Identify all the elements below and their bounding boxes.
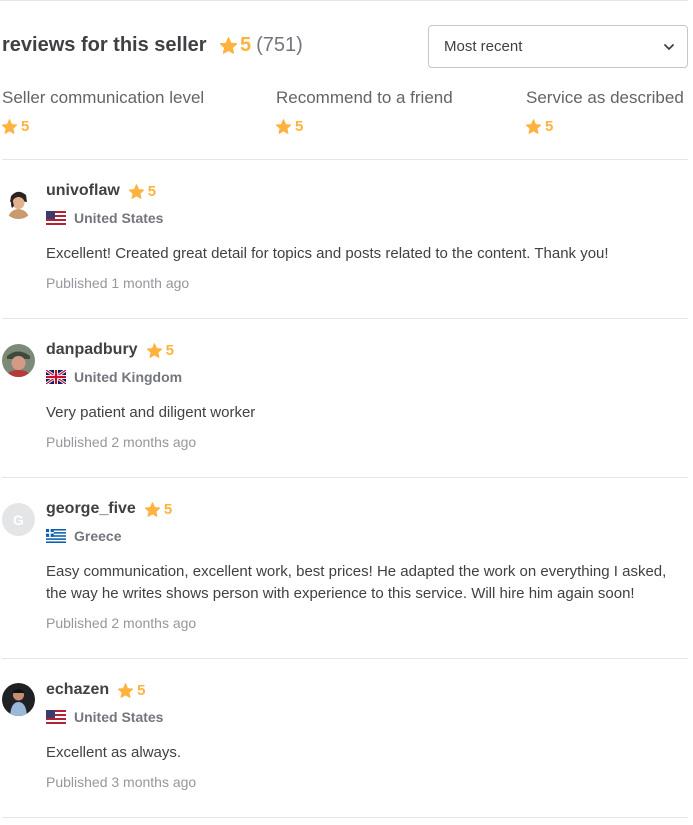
- country-name: Greece: [74, 528, 122, 544]
- overall-score: 5: [240, 34, 252, 56]
- review-header: danpadbury 5: [46, 341, 174, 359]
- review-date: Published 1 month ago: [46, 275, 190, 291]
- star-icon: [276, 119, 291, 134]
- star-icon: [118, 683, 133, 698]
- reviewer-country: United States: [46, 210, 163, 226]
- review-header: george_five 5: [46, 500, 172, 518]
- reviewer-username[interactable]: echazen: [46, 681, 109, 699]
- review-score: 5: [165, 341, 174, 359]
- divider: [2, 817, 688, 818]
- review-header: univoflaw 5: [46, 182, 156, 200]
- reviewer-country: Greece: [46, 528, 121, 544]
- review-text: Very patient and diligent worker: [46, 404, 256, 421]
- review-date: Published 3 months ago: [46, 774, 197, 790]
- divider: [2, 159, 688, 160]
- review-text: Excellent as always.: [46, 744, 182, 761]
- top-divider: [0, 0, 688, 1]
- star-icon: [526, 119, 541, 134]
- breakdown-item-recommend: Recommend to a friend 5: [276, 88, 453, 135]
- breakdown-label: Seller communication level: [2, 88, 205, 107]
- breakdown-score: 5: [295, 118, 304, 135]
- review-score: 5: [147, 182, 157, 200]
- divider: [2, 477, 688, 478]
- breakdown-rating: 5: [276, 118, 453, 135]
- reviewer-country: United Kingdom: [46, 369, 182, 385]
- divider: [2, 658, 688, 659]
- breakdown-label: Recommend to a friend: [276, 88, 453, 107]
- review-score: 5: [137, 681, 146, 699]
- chevron-down-icon: [664, 44, 674, 50]
- star-icon: [220, 37, 237, 54]
- country-name: United States: [74, 709, 164, 725]
- breakdown-item-service: Service as described 5: [526, 88, 684, 135]
- star-icon: [145, 502, 160, 517]
- star-icon: [147, 343, 162, 358]
- sort-selected-value: Most recent: [444, 38, 523, 55]
- avatar[interactable]: [2, 344, 35, 377]
- review-text: Excellent! Created great detail for topi…: [46, 245, 609, 262]
- review-score: 5: [163, 500, 173, 518]
- avatar[interactable]: G: [2, 503, 35, 536]
- breakdown-rating: 5: [2, 118, 204, 135]
- breakdown-score: 5: [21, 118, 30, 135]
- greece-flag-icon: [46, 529, 66, 543]
- breakdown-rating: 5: [526, 118, 684, 135]
- reviewer-country: United States: [46, 709, 163, 725]
- review-date: Published 2 months ago: [46, 615, 197, 631]
- breakdown-item-communication: Seller communication level 5: [2, 88, 204, 135]
- divider: [2, 318, 688, 319]
- breakdown-label: Service as described: [526, 88, 684, 107]
- breakdown-score: 5: [545, 118, 554, 135]
- avatar[interactable]: [2, 683, 35, 716]
- reviews-title: reviews for this seller: [2, 34, 207, 56]
- reviewer-username[interactable]: danpadbury: [46, 341, 138, 359]
- overall-rating: 5 (751): [220, 34, 303, 57]
- uk-flag-icon: [46, 370, 66, 384]
- reviewer-username[interactable]: univoflaw: [46, 182, 120, 200]
- rating-breakdown: Seller communication level 5 Recommend t…: [0, 88, 693, 138]
- us-flag-icon: [46, 710, 66, 724]
- star-icon: [129, 184, 144, 199]
- reviewer-username[interactable]: george_five: [46, 500, 136, 518]
- review-date: Published 2 months ago: [46, 434, 197, 450]
- review-count: (751): [256, 34, 303, 56]
- country-name: United Kingdom: [74, 369, 183, 385]
- us-flag-icon: [46, 211, 66, 225]
- review-text: Easy communication, excellent work, best…: [46, 563, 667, 602]
- star-icon: [2, 119, 17, 134]
- sort-dropdown[interactable]: Most recent: [428, 25, 688, 68]
- avatar[interactable]: [2, 186, 35, 219]
- review-header: echazen 5: [46, 681, 145, 699]
- country-name: United States: [74, 210, 164, 226]
